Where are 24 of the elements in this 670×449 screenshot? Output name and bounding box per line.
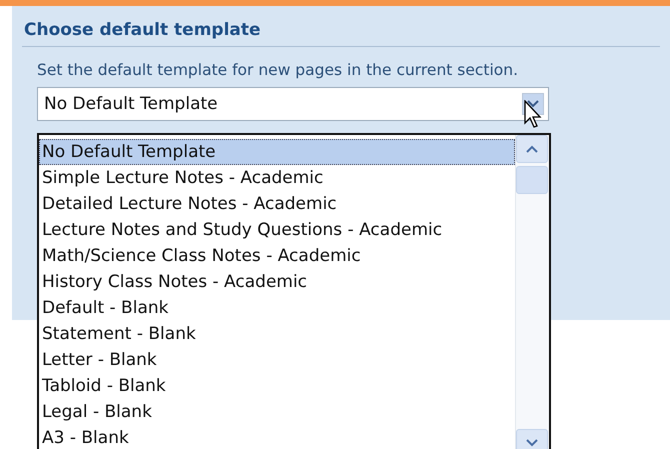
list-option[interactable]: Letter - Blank [39,347,515,373]
mouse-pointer-icon [524,100,542,128]
list-option[interactable]: No Default Template [39,139,515,165]
list-option[interactable]: A3 - Blank [39,425,515,449]
chevron-down-icon [527,100,539,108]
section-title: Choose default template [22,20,660,47]
list-option[interactable]: Legal - Blank [39,399,515,425]
chevron-up-icon [526,145,538,153]
scroll-up-button[interactable] [516,135,548,163]
list-option[interactable]: Statement - Blank [39,321,515,347]
list-option[interactable]: Default - Blank [39,295,515,321]
list-option[interactable]: Simple Lecture Notes - Academic [39,165,515,191]
list-option[interactable]: Detailed Lecture Notes - Academic [39,191,515,217]
list-option[interactable]: Tabloid - Blank [39,373,515,399]
scrollbar[interactable] [515,135,549,449]
template-dropdown[interactable]: No Default Template [37,87,549,121]
list-option[interactable]: Math/Science Class Notes - Academic [39,243,515,269]
list-option[interactable]: Lecture Notes and Study Questions - Academic [39,217,515,243]
scroll-down-button[interactable] [516,429,548,449]
chevron-down-icon [526,439,538,447]
list-option[interactable]: History Class Notes - Academic [39,269,515,295]
scroll-thumb[interactable] [516,166,548,194]
description-text: Set the default template for new pages in the current section. [37,61,520,79]
dropdown-value: No Default Template [44,94,218,114]
